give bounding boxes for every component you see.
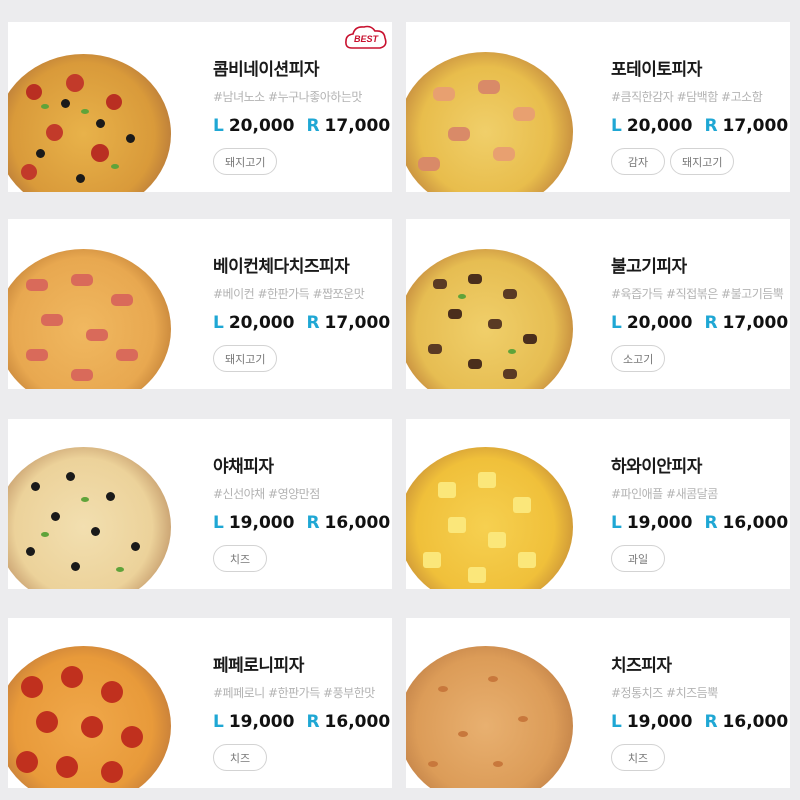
pizza-prices: L 20,000 R 17,000 [611, 313, 789, 333]
pizza-card-bulgogi[interactable]: 불고기피자 #육즙가득 #직접볶은 #불고기듬뿍 L 20,000 R 17,000 … [406, 219, 790, 389]
large-size-label: L [611, 313, 622, 333]
pizza-name: 콤비네이션피자 [213, 60, 319, 80]
svg-text:BEST: BEST [354, 34, 380, 44]
regular-size-label: R [306, 116, 320, 136]
pizza-tags: #베이컨 #한판가득 #짭쪼운맛 [213, 287, 365, 301]
pizza-card-pepperoni[interactable]: 페페로니피자 #페페로니 #한판가득 #풍부한맛 L 19,000 R 16,000 … [8, 618, 392, 788]
pizza-prices: L 20,000 R 17,000 [213, 313, 391, 333]
regular-price: 17,000 [722, 116, 789, 136]
pizza-tags: #파인애플 #새콤달콤 [611, 487, 718, 501]
ingredient-chip: 과일 [611, 545, 665, 572]
ingredient-chip: 감자 [611, 148, 665, 175]
potato-pizza-image [406, 52, 573, 192]
large-price: 19,000 [228, 513, 295, 533]
pizza-prices: L 19,000 R 16,000 [213, 712, 391, 732]
pizza-name: 하와이안피자 [611, 457, 702, 477]
regular-price: 17,000 [324, 313, 391, 333]
large-price: 19,000 [626, 513, 693, 533]
pizza-prices: L 19,000 R 16,000 [611, 513, 789, 533]
regular-price: 17,000 [324, 116, 391, 136]
pizza-name: 치즈피자 [611, 656, 672, 676]
pizza-card-cheese[interactable]: 치즈피자 #정통치즈 #치즈듬뿍 L 19,000 R 16,000 치즈 [406, 618, 790, 788]
pizza-tags: #육즙가득 #직접볶은 #불고기듬뿍 [611, 287, 784, 301]
large-price: 20,000 [228, 313, 295, 333]
large-size-label: L [611, 116, 622, 136]
pizza-name: 페페로니피자 [213, 656, 304, 676]
ingredient-chip: 치즈 [213, 545, 267, 572]
large-price: 20,000 [626, 313, 693, 333]
regular-price: 16,000 [722, 712, 789, 732]
ingredient-chip: 돼지고기 [213, 345, 278, 372]
pizza-card-potato[interactable]: 포테이토피자 #큼직한감자 #담백함 #고소함 L 20,000 R 17,000 감… [406, 22, 790, 192]
best-badge-icon: BEST [345, 25, 387, 49]
bacon-cheddar-pizza-image [8, 249, 171, 389]
large-price: 19,000 [626, 712, 693, 732]
regular-size-label: R [306, 513, 320, 533]
pizza-prices: L 19,000 R 16,000 [213, 513, 391, 533]
ingredient-chip: 돼지고기 [670, 148, 735, 175]
regular-price: 17,000 [722, 313, 789, 333]
pizza-tags: #정통치즈 #치즈듬뿍 [611, 686, 718, 700]
pizza-tags: #페페로니 #한판가득 #풍부한맛 [213, 686, 375, 700]
large-price: 20,000 [626, 116, 693, 136]
cheese-pizza-image [406, 646, 573, 788]
bulgogi-pizza-image [406, 249, 573, 389]
regular-price: 16,000 [324, 712, 391, 732]
large-price: 19,000 [228, 712, 295, 732]
regular-size-label: R [306, 712, 320, 732]
pizza-prices: L 19,000 R 16,000 [611, 712, 789, 732]
ingredient-chip: 치즈 [213, 744, 267, 771]
regular-price: 16,000 [722, 513, 789, 533]
ingredient-chip: 돼지고기 [213, 148, 278, 175]
pizza-name: 포테이토피자 [611, 60, 702, 80]
large-size-label: L [213, 513, 224, 533]
pizza-tags: #큼직한감자 #담백함 #고소함 [611, 90, 763, 104]
large-size-label: L [611, 513, 622, 533]
regular-size-label: R [704, 513, 718, 533]
pizza-card-bacon-cheddar[interactable]: 베이컨체다치즈피자 #베이컨 #한판가득 #짭쪼운맛 L 20,000 R 17,00… [8, 219, 392, 389]
regular-size-label: R [306, 313, 320, 333]
large-size-label: L [611, 712, 622, 732]
regular-size-label: R [704, 116, 718, 136]
pizza-card-combination[interactable]: BEST 콤비네이션피자 #남녀노소 #누구나좋아하는맛 L 20,000 R 17,… [8, 22, 392, 192]
pizza-card-hawaiian[interactable]: 하와이안피자 #파인애플 #새콤달콤 L 19,000 R 16,000 과일 [406, 419, 790, 589]
large-size-label: L [213, 313, 224, 333]
combination-pizza-image [8, 54, 171, 192]
pizza-tags: #신선야채 #영양만점 [213, 487, 320, 501]
vegetable-pizza-image [8, 447, 171, 589]
pizza-name: 베이컨체다치즈피자 [213, 257, 350, 277]
pizza-name: 불고기피자 [611, 257, 687, 277]
pizza-card-vegetable[interactable]: 야채피자 #신선야채 #영양만점 L 19,000 R 16,000 치즈 [8, 419, 392, 589]
ingredient-chip: 소고기 [611, 345, 666, 372]
hawaiian-pizza-image [406, 447, 573, 589]
pizza-prices: L 20,000 R 17,000 [611, 116, 789, 136]
regular-price: 16,000 [324, 513, 391, 533]
pizza-tags: #남녀노소 #누구나좋아하는맛 [213, 90, 362, 104]
regular-size-label: R [704, 712, 718, 732]
large-price: 20,000 [228, 116, 295, 136]
ingredient-chip: 치즈 [611, 744, 665, 771]
pizza-prices: L 20,000 R 17,000 [213, 116, 391, 136]
regular-size-label: R [704, 313, 718, 333]
large-size-label: L [213, 116, 224, 136]
pepperoni-pizza-image [8, 646, 171, 788]
large-size-label: L [213, 712, 224, 732]
pizza-name: 야채피자 [213, 457, 274, 477]
